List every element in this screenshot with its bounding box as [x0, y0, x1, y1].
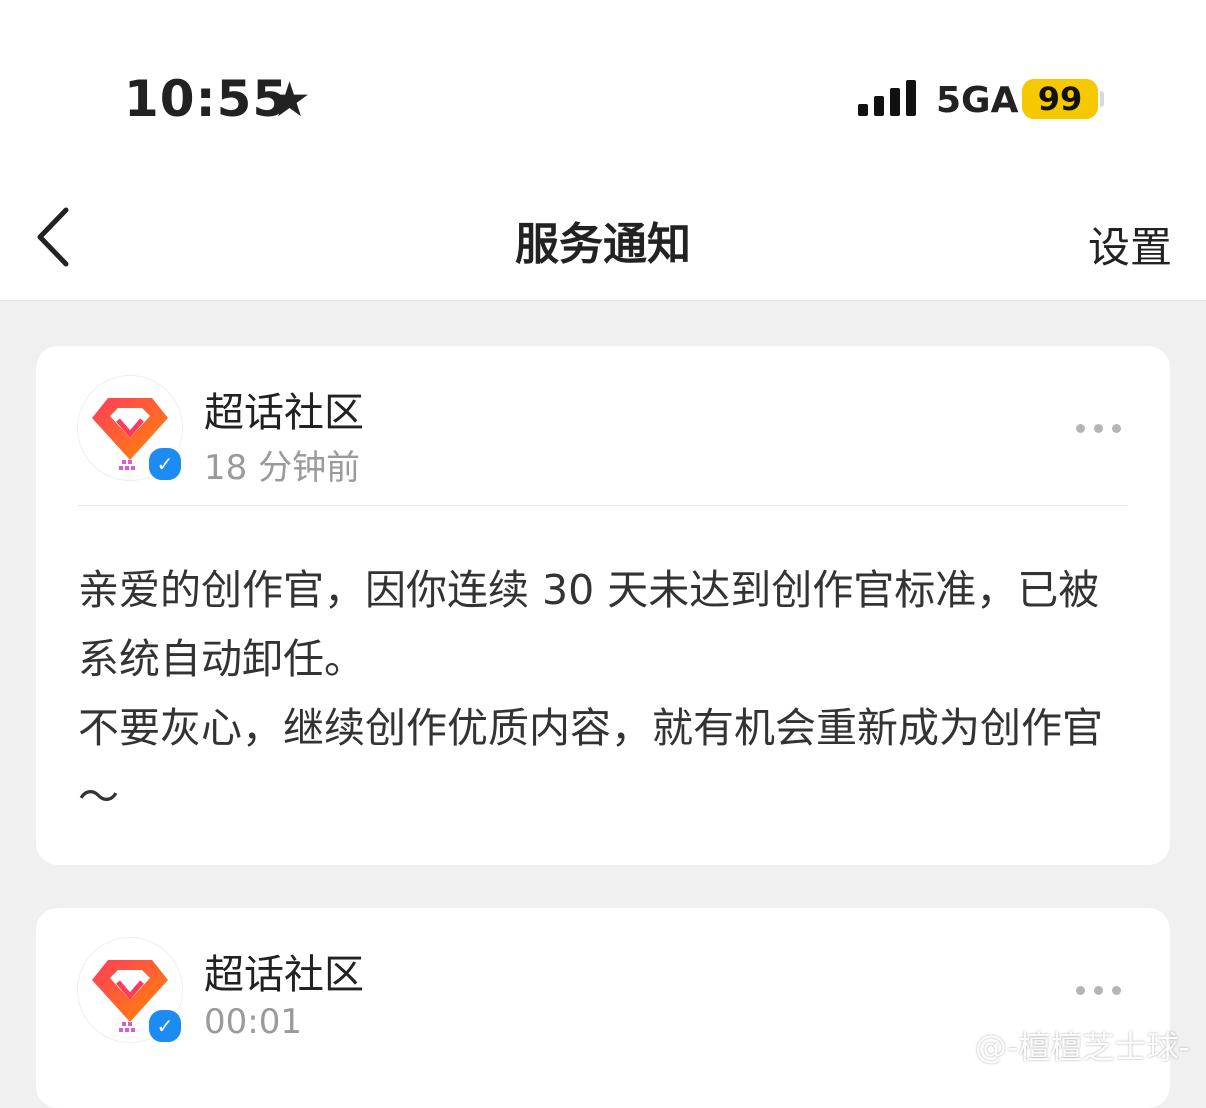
page-title: 服务通知 [515, 219, 691, 270]
weibo-logo-icon [927, 1035, 969, 1066]
message-time: 18 分钟前 [204, 448, 361, 488]
verified-badge-icon: ✓ [146, 445, 184, 483]
more-options-icon[interactable] [1076, 418, 1130, 433]
divider [78, 505, 1128, 506]
status-bar: 10:55 ★ 5GA 99 [0, 0, 1206, 170]
star-icon: ★ [268, 72, 312, 128]
more-options-icon[interactable] [1076, 980, 1130, 995]
network-type: 5GA [936, 80, 1019, 121]
notification-card[interactable]: ✓ 超话社区 00:01 [36, 908, 1170, 1108]
notification-card[interactable]: ✓ 超话社区 18 分钟前 亲爱的创作官，因你连续 30 天未达到创作官标准，已… [36, 346, 1170, 865]
message-body: 亲爱的创作官，因你连续 30 天未达到创作官标准，已被系统自动卸任。 不要灰心，… [78, 556, 1132, 832]
signal-icon [858, 80, 916, 116]
verified-badge-icon: ✓ [146, 1007, 184, 1045]
watermark: @-檀檀芝士球- [927, 1022, 1190, 1068]
nav-bar: 服务通知 设置 [0, 170, 1206, 301]
status-time: 10:55 [124, 70, 289, 128]
battery-indicator: 99 [1022, 79, 1098, 119]
message-paragraph: 亲爱的创作官，因你连续 30 天未达到创作官标准，已被系统自动卸任。 [78, 566, 1100, 683]
battery-level: 99 [1037, 80, 1083, 118]
watermark-text: @-檀檀芝士球- [974, 1028, 1190, 1066]
back-arrow-icon[interactable] [26, 202, 82, 272]
message-time: 00:01 [204, 1002, 302, 1042]
sender-name[interactable]: 超话社区 [204, 380, 364, 438]
sender-name[interactable]: 超话社区 [204, 942, 364, 1000]
battery-tip [1100, 91, 1104, 107]
message-paragraph: 不要灰心，继续创作优质内容，就有机会重新成为创作官～ [78, 704, 1103, 821]
settings-button[interactable]: 设置 [1088, 214, 1172, 275]
